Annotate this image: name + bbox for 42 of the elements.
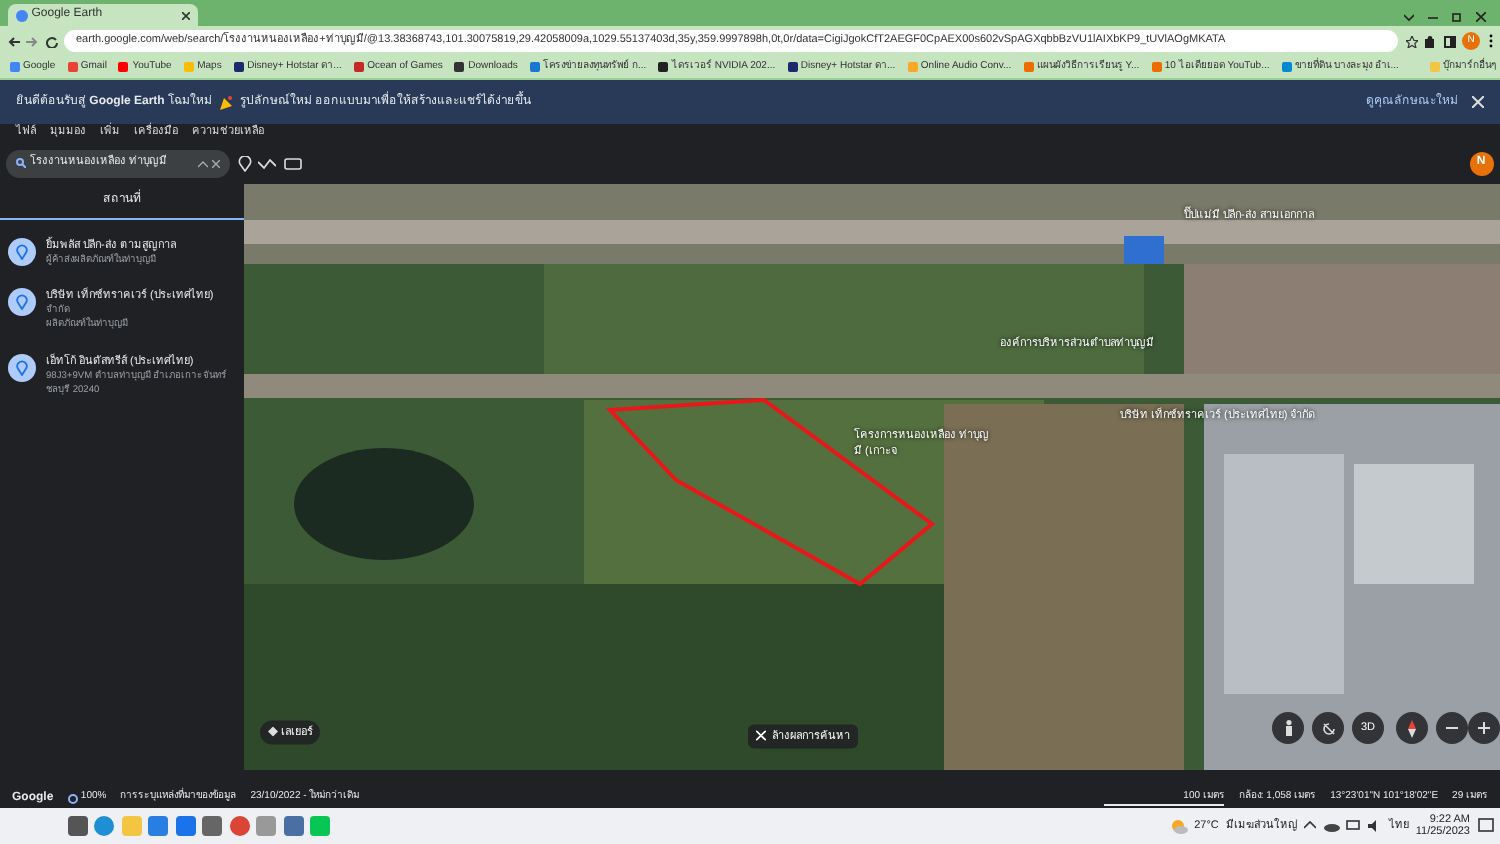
- chevron-icon[interactable]: [1304, 820, 1317, 832]
- chevron-icon[interactable]: [1404, 12, 1414, 23]
- location-pin-icon: [16, 359, 28, 376]
- calculator-icon[interactable]: [283, 816, 303, 836]
- more-icon[interactable]: [1487, 34, 1493, 48]
- path-icon[interactable]: [258, 157, 276, 169]
- clear-icon[interactable]: [212, 159, 220, 167]
- reload-icon[interactable]: [45, 35, 57, 47]
- satellite-map[interactable]: [244, 184, 1500, 770]
- circle-icon: [67, 793, 78, 803]
- party-popper-icon: [219, 95, 234, 109]
- weather-icon: [1169, 818, 1188, 834]
- close-icon: [755, 731, 765, 742]
- minimize-icon[interactable]: [1428, 12, 1438, 23]
- keyboard-icon[interactable]: [202, 816, 222, 836]
- folder-icon: [1429, 62, 1439, 72]
- speaker-icon[interactable]: [1367, 820, 1382, 832]
- layers-icon: [267, 727, 277, 738]
- network-icon[interactable]: [1346, 820, 1361, 832]
- location-pin-icon[interactable]: [237, 155, 251, 171]
- close-icon[interactable]: [182, 11, 190, 19]
- minus-icon: [1446, 726, 1458, 730]
- ruler-icon[interactable]: [283, 157, 301, 169]
- browser-icon[interactable]: [94, 816, 114, 836]
- chrome-icon[interactable]: [229, 816, 249, 836]
- forward-arrow-icon[interactable]: [26, 35, 38, 47]
- back-arrow-icon[interactable]: [7, 35, 19, 47]
- sidepanel-icon[interactable]: [1443, 35, 1455, 47]
- globe-icon: [16, 9, 28, 21]
- person-icon: [1283, 720, 1293, 736]
- location-pin-icon: [16, 243, 28, 259]
- search-icon: [16, 158, 26, 168]
- star-icon[interactable]: [1405, 35, 1417, 47]
- mail-icon[interactable]: [175, 816, 195, 836]
- caret-icon[interactable]: [198, 159, 209, 167]
- notification-icon[interactable]: [1477, 818, 1493, 834]
- task-view-icon[interactable]: [67, 816, 87, 836]
- location-pin-icon: [16, 293, 28, 310]
- plus-icon: [1478, 722, 1490, 734]
- close-icon[interactable]: [1476, 12, 1486, 23]
- restore-icon[interactable]: [1452, 12, 1462, 23]
- compass-icon: [1408, 719, 1416, 737]
